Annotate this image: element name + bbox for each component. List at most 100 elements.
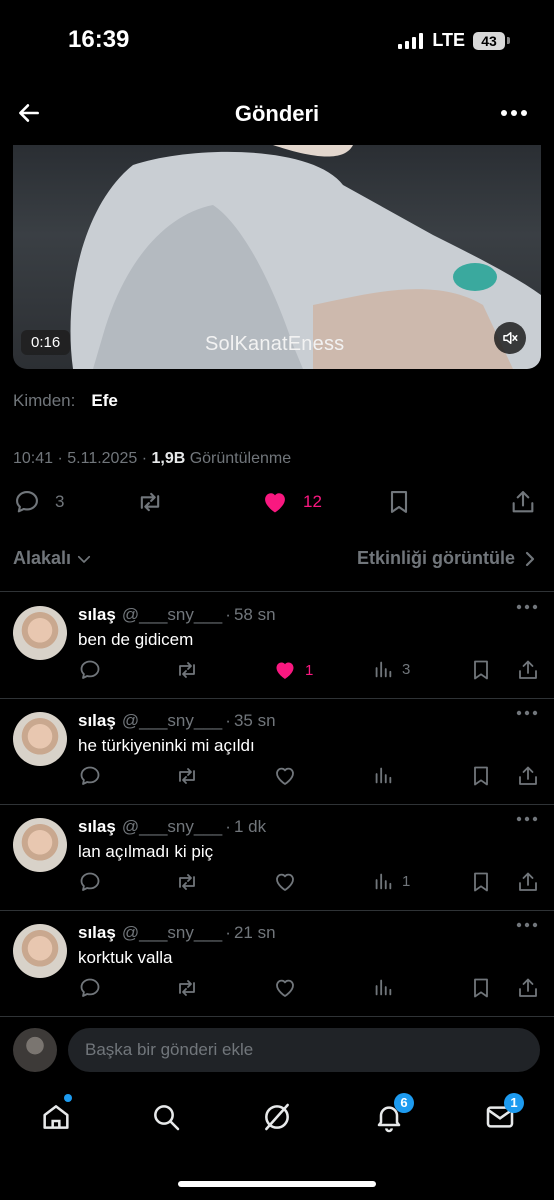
reply-text: korktuk valla <box>78 948 173 967</box>
share-button[interactable] <box>509 488 537 516</box>
reply-item[interactable]: sılaş @___sny___ · 35 sn he türkiyeninki mi … <box>0 698 554 804</box>
home-indicator <box>178 1181 376 1187</box>
repost-icon <box>140 492 160 512</box>
separator-dot: · <box>225 923 231 942</box>
reply-more-button[interactable] <box>516 922 538 928</box>
views-button[interactable]: 1 <box>372 870 410 892</box>
tab-grok[interactable] <box>260 1100 294 1134</box>
reply-more-button[interactable] <box>516 710 538 716</box>
avatar[interactable] <box>13 924 67 978</box>
view-activity-button[interactable]: Etkinliği görüntüle <box>357 548 537 569</box>
avatar[interactable] <box>13 818 67 872</box>
separator-dot: · <box>225 817 231 836</box>
reply-author-name[interactable]: sılaş <box>78 817 116 836</box>
views-icon <box>375 979 392 996</box>
tab-home[interactable] <box>39 1094 73 1134</box>
reply-icon <box>80 872 100 891</box>
mute-button[interactable] <box>494 322 526 354</box>
reply-author-handle[interactable]: @___sny___ <box>122 923 222 942</box>
tab-search[interactable] <box>149 1100 183 1134</box>
share-icon <box>519 978 537 997</box>
reply-author-handle[interactable]: @___sny___ <box>122 605 222 624</box>
separator-dot: · <box>225 605 231 624</box>
network-label: LTE <box>432 30 465 50</box>
reply-author-handle[interactable]: @___sny___ <box>122 711 222 730</box>
share-icon <box>519 872 537 891</box>
repost-button[interactable] <box>174 764 200 788</box>
repost-icon <box>179 768 195 784</box>
reply-time: 1 dk <box>233 817 267 836</box>
status-time: 16:39 <box>68 26 130 53</box>
reply-button[interactable]: 3 <box>13 488 64 516</box>
more-button[interactable] <box>500 103 528 123</box>
like-button[interactable]: 12 <box>261 488 322 516</box>
repost-button[interactable] <box>174 870 200 894</box>
reply-author-handle[interactable]: @___sny___ <box>122 817 222 836</box>
repost-button[interactable] <box>174 976 200 1000</box>
compose-input[interactable]: Başka bir gönderi ekle <box>68 1028 540 1072</box>
reply-icon <box>80 766 100 785</box>
post-timestamp: 10:41 · 5.11.2025 · <box>13 450 152 467</box>
home-dot <box>64 1094 72 1102</box>
bookmark-button[interactable] <box>469 764 493 788</box>
tab-messages[interactable]: 1 <box>483 1093 524 1134</box>
share-button[interactable] <box>516 870 540 894</box>
battery-icon: 43 <box>473 31 510 50</box>
reply-item[interactable]: sılaş @___sny___ · 58 sn ben de gidicem 1 3 <box>0 592 554 698</box>
from-label: Kimden: <box>13 391 76 410</box>
more-icon <box>501 110 527 116</box>
reply-text: he türkiyeninki mi açıldı <box>78 736 255 755</box>
bookmark-button[interactable] <box>469 870 493 894</box>
repost-button[interactable] <box>135 488 165 516</box>
tab-notifications[interactable]: 6 <box>372 1093 414 1134</box>
reply-item[interactable]: sılaş @___sny___ · 1 dk lan açılmadı ki piç 1 <box>0 804 554 910</box>
avatar[interactable] <box>13 712 67 766</box>
bookmark-icon <box>474 872 488 892</box>
views-button[interactable] <box>372 976 402 998</box>
sort-relevant-button[interactable]: Alakalı <box>13 548 93 569</box>
share-button[interactable] <box>516 658 540 682</box>
more-icon <box>516 710 538 716</box>
reply-item[interactable]: sılaş @___sny___ · 21 sn korktuk valla <box>0 910 554 1016</box>
like-button[interactable] <box>273 764 305 788</box>
reply-author-name[interactable]: sılaş <box>78 711 116 730</box>
reply-button[interactable] <box>78 658 102 682</box>
reply-icon <box>80 978 100 997</box>
bookmark-button[interactable] <box>469 976 493 1000</box>
share-button[interactable] <box>516 976 540 1000</box>
like-button[interactable] <box>273 870 305 894</box>
reply-actions: 13 <box>78 658 540 682</box>
repost-button[interactable] <box>174 658 200 682</box>
heart-icon <box>276 662 294 679</box>
views-button[interactable] <box>372 764 402 786</box>
views-button[interactable]: 3 <box>372 658 410 680</box>
reply-time: 21 sn <box>233 923 276 942</box>
reply-more-button[interactable] <box>516 604 538 610</box>
bookmark-button[interactable] <box>469 658 493 682</box>
heart-icon <box>276 979 294 997</box>
from-name[interactable]: Efe <box>91 391 117 410</box>
reply-more-button[interactable] <box>516 816 538 822</box>
grok-icon <box>265 1103 289 1131</box>
more-icon <box>516 816 538 822</box>
avatar[interactable] <box>13 606 67 660</box>
bookmark-button[interactable] <box>385 488 413 516</box>
reply-button[interactable] <box>78 976 102 1000</box>
reply-actions <box>78 764 540 788</box>
reply-author-name[interactable]: sılaş <box>78 923 116 942</box>
reply-header: sılaş @___sny___ · 58 sn <box>78 605 276 625</box>
reply-button[interactable] <box>78 870 102 894</box>
reply-text: lan açılmadı ki piç <box>78 842 214 861</box>
views-count: 1,9B <box>151 450 186 467</box>
reply-count: 3 <box>55 492 65 511</box>
like-button[interactable]: 1 <box>273 658 313 682</box>
like-button[interactable] <box>273 976 305 1000</box>
view-activity-label: Etkinliği görüntüle <box>357 548 515 568</box>
reply-button[interactable] <box>78 764 102 788</box>
sort-relevant-label: Alakalı <box>13 548 72 568</box>
user-avatar[interactable] <box>13 1028 57 1072</box>
reply-author-name[interactable]: sılaş <box>78 605 116 624</box>
share-button[interactable] <box>516 764 540 788</box>
signal-icon <box>398 32 424 49</box>
reply-actions: 1 <box>78 870 540 894</box>
